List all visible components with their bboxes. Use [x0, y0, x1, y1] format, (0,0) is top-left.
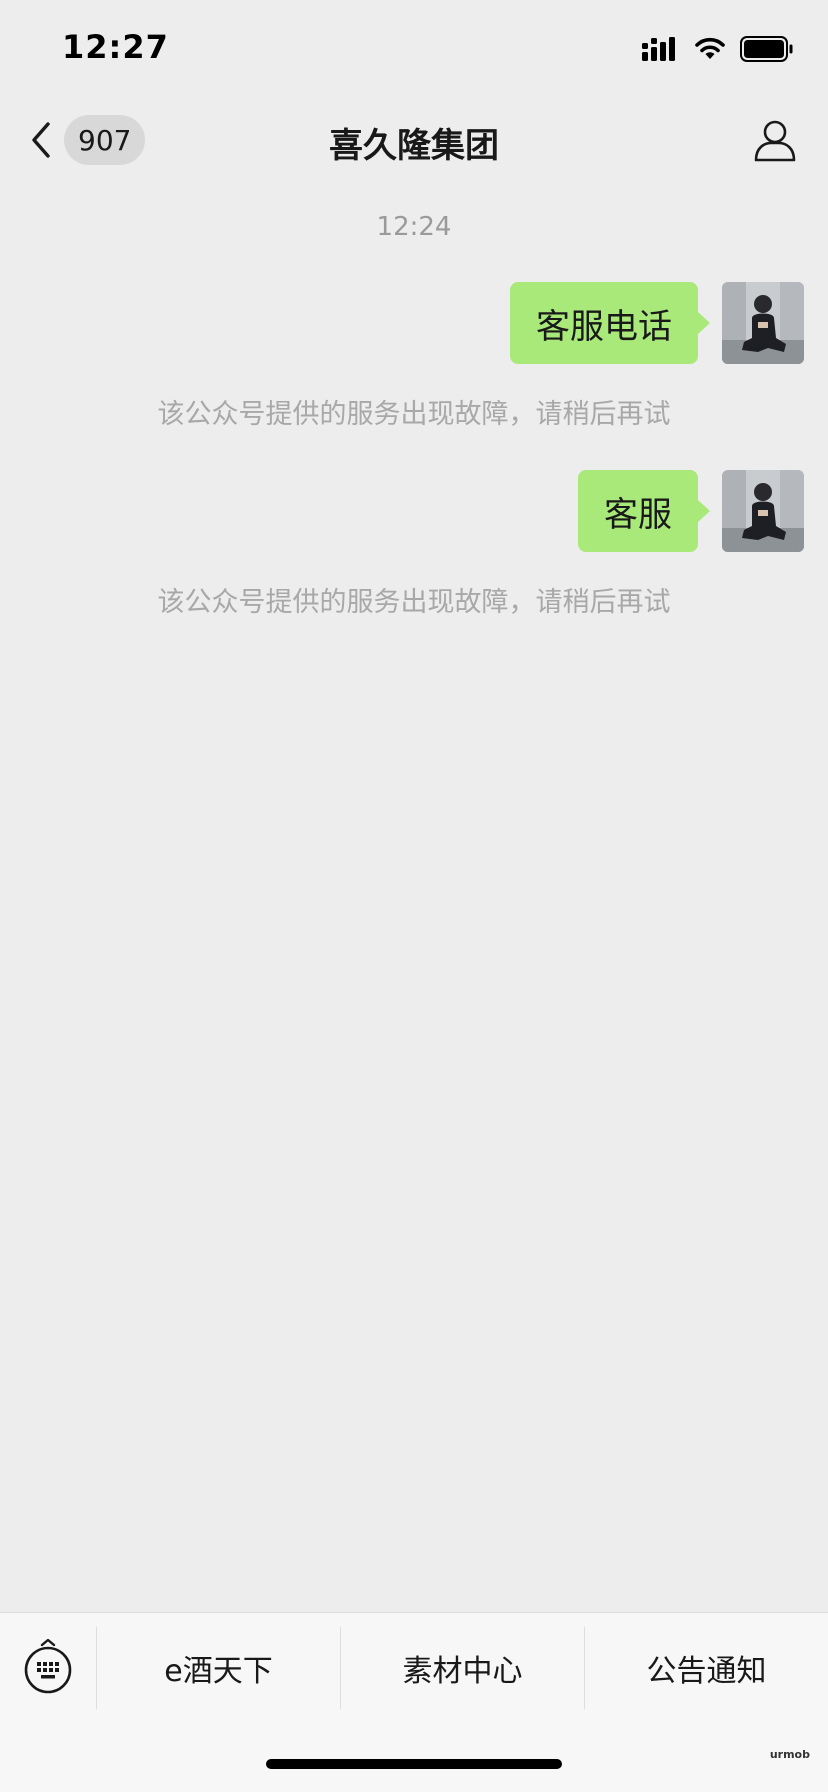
- avatar[interactable]: [722, 282, 804, 364]
- system-notice: 该公众号提供的服务出现故障，请稍后再试: [157, 399, 671, 430]
- user-photo-icon: [722, 282, 804, 364]
- menu-item-material-center[interactable]: 素材中心: [341, 1627, 584, 1709]
- message-bubble[interactable]: 客服: [578, 470, 710, 552]
- wifi-icon: [695, 37, 725, 59]
- outgoing-message: 客服电话: [510, 282, 804, 364]
- watermark-logo: urmob: [769, 1748, 810, 1761]
- message-list[interactable]: 12:24 客服电话 该公众号提供的服务出现故障，请稍后再试 客服 该公众号提供…: [0, 182, 828, 1612]
- menu-item-e-jiu-tianxia[interactable]: e酒天下: [97, 1627, 340, 1709]
- message-bubble[interactable]: 客服电话: [510, 282, 710, 364]
- outgoing-message: 客服: [578, 470, 804, 552]
- user-photo-icon: [722, 470, 804, 552]
- profile-icon[interactable]: [752, 118, 798, 164]
- status-time: 12:27: [62, 28, 169, 66]
- signal-strength-icon: [642, 37, 675, 61]
- home-indicator[interactable]: [266, 1759, 562, 1769]
- status-icons: [642, 34, 794, 64]
- page-title: 喜久隆集团: [329, 126, 499, 166]
- status-bar: 12:27: [0, 0, 828, 98]
- menu-item-announcements[interactable]: 公告通知: [585, 1627, 828, 1709]
- keyboard-icon[interactable]: [22, 1639, 74, 1695]
- nav-bar: 907 喜久隆集团: [0, 98, 828, 182]
- message-timestamp: 12:24: [376, 212, 452, 242]
- system-notice: 该公众号提供的服务出现故障，请稍后再试: [157, 587, 671, 618]
- battery-icon: [740, 36, 793, 62]
- avatar[interactable]: [722, 470, 804, 552]
